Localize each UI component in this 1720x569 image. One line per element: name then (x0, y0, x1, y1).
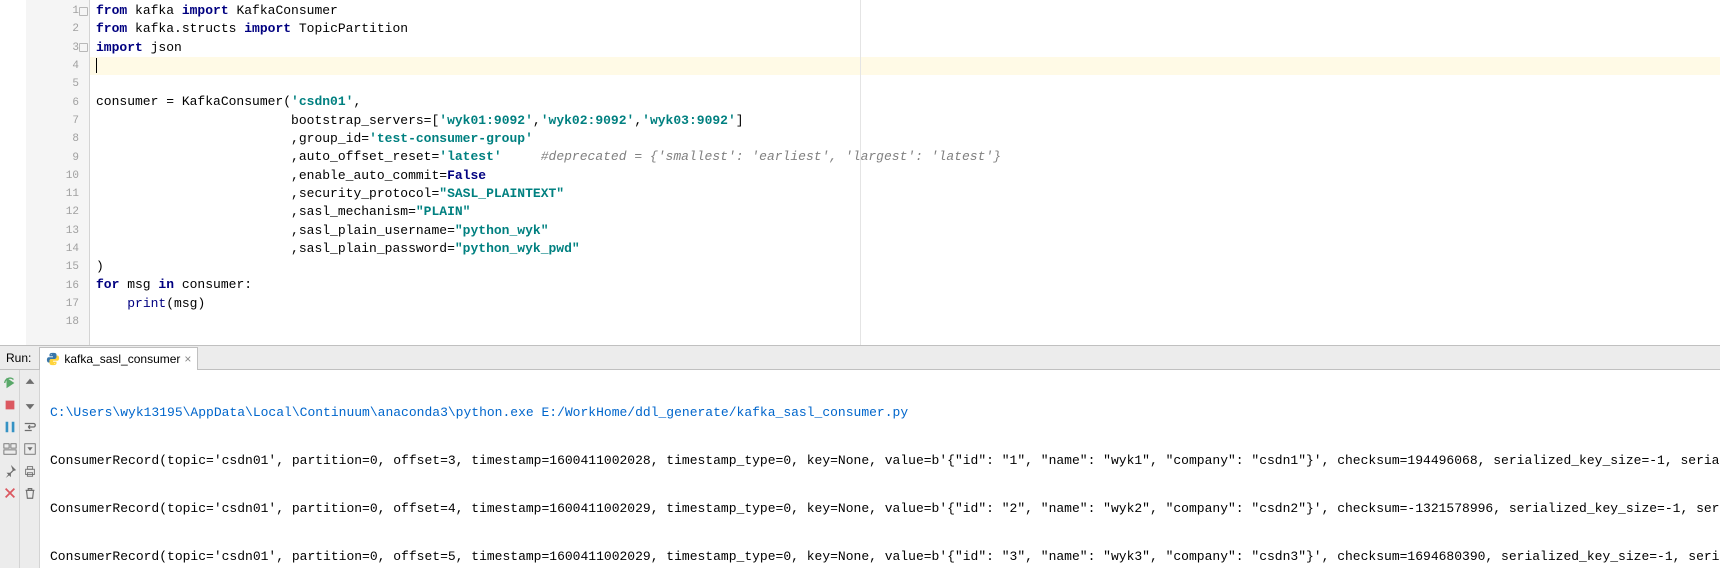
line-number[interactable]: 8 (26, 130, 89, 148)
print-icon[interactable] (23, 464, 37, 478)
line-number[interactable]: 18 (26, 313, 89, 331)
run-toolbar-left-2 (20, 370, 40, 568)
code-line[interactable]: ,group_id='test-consumer-group' (90, 130, 1720, 148)
editor-area: 1 2 3 4 5 6 7 8 9 10 11 12 13 14 15 16 1… (0, 0, 1720, 346)
run-toolbar-left (0, 370, 20, 568)
code-line[interactable]: from kafka import KafkaConsumer (90, 2, 1720, 20)
code-line[interactable] (90, 75, 1720, 93)
code-line[interactable]: print(msg) (90, 295, 1720, 313)
code-line[interactable]: ) (90, 258, 1720, 276)
run-label: Run: (0, 351, 39, 365)
right-margin-line (860, 0, 861, 345)
pause-icon[interactable] (3, 420, 17, 434)
line-number[interactable]: 6 (26, 93, 89, 111)
code-line[interactable]: ,sasl_mechanism="PLAIN" (90, 203, 1720, 221)
run-tab-label: kafka_sasl_consumer (64, 352, 180, 366)
layout-icon[interactable] (3, 442, 17, 456)
trash-icon[interactable] (23, 486, 37, 500)
line-number[interactable]: 2 (26, 20, 89, 38)
rerun-icon[interactable] (3, 376, 17, 390)
line-number[interactable]: 15 (26, 258, 89, 276)
code-editor[interactable]: from kafka import KafkaConsumer from kaf… (90, 0, 1720, 345)
line-number-gutter[interactable]: 1 2 3 4 5 6 7 8 9 10 11 12 13 14 15 16 1… (26, 0, 90, 345)
line-number[interactable]: 17 (26, 295, 89, 313)
line-number[interactable]: 4 (26, 57, 89, 75)
line-number[interactable]: 5 (26, 75, 89, 93)
fold-icon[interactable] (77, 2, 89, 20)
code-line[interactable]: import json (90, 39, 1720, 57)
code-line[interactable]: bootstrap_servers=['wyk01:9092','wyk02:9… (90, 112, 1720, 130)
line-number[interactable]: 7 (26, 112, 89, 130)
line-number[interactable]: 14 (26, 240, 89, 258)
console-path[interactable]: C:\Users\wyk13195\AppData\Local\Continuu… (50, 404, 1710, 422)
up-arrow-icon[interactable] (23, 376, 37, 390)
run-tab[interactable]: kafka_sasl_consumer × (39, 347, 198, 370)
console-output[interactable]: C:\Users\wyk13195\AppData\Local\Continuu… (40, 370, 1720, 568)
line-number[interactable]: 10 (26, 167, 89, 185)
code-line[interactable]: ,enable_auto_commit=False (90, 167, 1720, 185)
pin-icon[interactable] (3, 464, 17, 478)
code-line[interactable]: consumer = KafkaConsumer('csdn01', (90, 93, 1720, 111)
close-tab-icon[interactable]: × (184, 352, 191, 366)
code-line[interactable]: ,security_protocol="SASL_PLAINTEXT" (90, 185, 1720, 203)
line-number[interactable]: 12 (26, 203, 89, 221)
console-record[interactable]: ConsumerRecord(topic='csdn01', partition… (50, 452, 1710, 470)
close-panel-icon[interactable] (3, 486, 17, 500)
breakpoint-gutter[interactable] (0, 0, 26, 345)
code-line[interactable] (90, 313, 1720, 331)
python-file-icon (46, 352, 60, 366)
line-number[interactable]: 1 (26, 2, 89, 20)
code-line[interactable]: for msg in consumer: (90, 276, 1720, 294)
line-number[interactable]: 16 (26, 276, 89, 294)
scroll-end-icon[interactable] (23, 442, 37, 456)
line-number[interactable]: 11 (26, 185, 89, 203)
stop-icon[interactable] (3, 398, 17, 412)
down-arrow-icon[interactable] (23, 398, 37, 412)
line-number[interactable]: 9 (26, 148, 89, 166)
line-number[interactable]: 13 (26, 222, 89, 240)
console-record[interactable]: ConsumerRecord(topic='csdn01', partition… (50, 548, 1710, 566)
fold-icon[interactable] (77, 39, 89, 57)
code-line[interactable]: ,sasl_plain_password="python_wyk_pwd" (90, 240, 1720, 258)
code-line[interactable]: ,auto_offset_reset='latest' #deprecated … (90, 148, 1720, 166)
code-line-current[interactable] (90, 57, 1720, 75)
line-number[interactable]: 3 (26, 39, 89, 57)
run-panel-body: C:\Users\wyk13195\AppData\Local\Continuu… (0, 370, 1720, 568)
code-line[interactable]: from kafka.structs import TopicPartition (90, 20, 1720, 38)
run-panel-header: Run: kafka_sasl_consumer × (0, 346, 1720, 370)
text-cursor (96, 58, 97, 73)
console-record[interactable]: ConsumerRecord(topic='csdn01', partition… (50, 500, 1710, 518)
code-line[interactable]: ,sasl_plain_username="python_wyk" (90, 222, 1720, 240)
soft-wrap-icon[interactable] (23, 420, 37, 434)
